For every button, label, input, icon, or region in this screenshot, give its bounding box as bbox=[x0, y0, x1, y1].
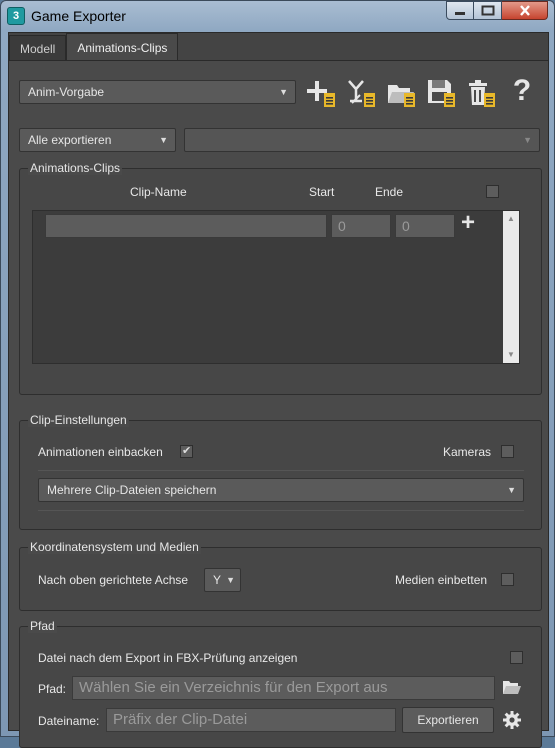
start-header: Start bbox=[309, 185, 335, 199]
chevron-down-icon: ▼ bbox=[279, 87, 288, 97]
export-path-field[interactable]: Wählen Sie ein Verzeichnis für den Expor… bbox=[72, 676, 495, 700]
clip-save-mode-dropdown[interactable]: Mehrere Clip-Dateien speichern ▼ bbox=[38, 478, 524, 502]
minimize-icon bbox=[455, 11, 465, 15]
title-bar[interactable]: 3 Game Exporter bbox=[1, 1, 554, 31]
edit-preset-icon[interactable] bbox=[346, 77, 378, 109]
animations-clips-group: Animations-Clips Clip-Name Start Ende 0 … bbox=[19, 161, 542, 395]
clip-settings-group: Clip-Einstellungen Animationen einbacken… bbox=[19, 413, 542, 530]
path-label: Pfad: bbox=[38, 682, 67, 696]
maximize-button[interactable] bbox=[474, 1, 502, 20]
chevron-down-icon: ▼ bbox=[523, 135, 532, 145]
tab-bar: Modell Animations-Clips bbox=[9, 33, 179, 61]
browse-folder-icon[interactable] bbox=[502, 678, 522, 696]
add-preset-icon[interactable] bbox=[306, 77, 338, 109]
embed-media-label: Medien einbetten bbox=[395, 573, 488, 587]
tab-modell[interactable]: Modell bbox=[9, 35, 67, 61]
up-axis-dropdown[interactable]: Y ▼ bbox=[204, 568, 241, 592]
chevron-down-icon: ▼ bbox=[507, 485, 516, 495]
clip-end-field[interactable]: 0 bbox=[395, 214, 455, 238]
path-legend: Pfad bbox=[28, 619, 57, 633]
help-icon[interactable]: ? bbox=[506, 75, 538, 107]
cameras-checkbox[interactable] bbox=[501, 445, 514, 458]
delete-preset-icon[interactable] bbox=[466, 77, 498, 109]
clip-name-header: Clip-Name bbox=[130, 185, 187, 199]
scroll-up-icon[interactable]: ▲ bbox=[503, 211, 519, 227]
secondary-dropdown[interactable]: ▼ bbox=[184, 128, 540, 152]
animations-clips-panel: Anim-Vorgabe ▼ ? Alle exportieren ▼ ▼ An… bbox=[9, 61, 548, 748]
close-button[interactable] bbox=[502, 1, 548, 20]
divider bbox=[38, 510, 524, 511]
clip-save-mode-value: Mehrere Clip-Dateien speichern bbox=[47, 483, 217, 497]
close-icon bbox=[519, 5, 530, 16]
clip-start-field[interactable]: 0 bbox=[331, 214, 391, 238]
embed-media-checkbox[interactable] bbox=[501, 573, 514, 586]
clip-name-field[interactable] bbox=[45, 214, 327, 238]
window-title: Game Exporter bbox=[31, 8, 126, 24]
game-exporter-window: 3 Game Exporter Modell Animations-Clips … bbox=[0, 0, 555, 748]
up-axis-label: Nach oben gerichtete Achse bbox=[38, 573, 189, 587]
clip-list: 0 0 + ▲ ▼ bbox=[32, 209, 520, 364]
up-axis-value: Y bbox=[213, 573, 222, 587]
dialog-client-area: Modell Animations-Clips Anim-Vorgabe ▼ ?… bbox=[8, 32, 549, 748]
cameras-label: Kameras bbox=[443, 445, 492, 459]
coordinate-system-legend: Koordinatensystem und Medien bbox=[28, 540, 201, 554]
save-preset-icon[interactable] bbox=[426, 77, 458, 109]
export-button[interactable]: Exportieren bbox=[402, 707, 494, 733]
open-folder-preset-icon[interactable] bbox=[386, 77, 418, 109]
path-group: Pfad Datei nach dem Export in FBX-Prüfun… bbox=[19, 619, 542, 748]
minimize-button[interactable] bbox=[446, 1, 474, 20]
bake-animations-checkbox[interactable] bbox=[180, 444, 193, 458]
bake-animations-label: Animationen einbacken bbox=[38, 445, 163, 459]
scroll-down-icon[interactable]: ▼ bbox=[503, 347, 519, 363]
end-header: Ende bbox=[375, 185, 404, 199]
fbx-review-label: Datei nach dem Export in FBX-Prüfung anz… bbox=[38, 651, 298, 665]
3ds-max-app-icon: 3 bbox=[7, 7, 25, 25]
export-mode-value: Alle exportieren bbox=[28, 133, 112, 147]
add-clip-button[interactable]: + bbox=[461, 209, 475, 237]
maximize-icon bbox=[481, 5, 494, 16]
filename-prefix-field[interactable]: Präfix der Clip-Datei bbox=[106, 708, 396, 732]
animations-clips-legend: Animations-Clips bbox=[28, 161, 123, 175]
select-all-clips-checkbox[interactable] bbox=[486, 185, 499, 198]
settings-gear-icon[interactable] bbox=[502, 710, 522, 730]
coordinate-system-group: Koordinatensystem und Medien Nach oben g… bbox=[19, 540, 542, 611]
clip-settings-legend: Clip-Einstellungen bbox=[28, 413, 129, 427]
chevron-down-icon: ▼ bbox=[226, 575, 235, 585]
preset-dropdown[interactable]: Anim-Vorgabe ▼ bbox=[19, 80, 296, 104]
preset-value: Anim-Vorgabe bbox=[28, 85, 105, 99]
export-mode-dropdown[interactable]: Alle exportieren ▼ bbox=[19, 128, 176, 152]
divider bbox=[38, 470, 524, 471]
filename-label: Dateiname: bbox=[38, 714, 100, 728]
fbx-review-checkbox[interactable] bbox=[510, 651, 523, 664]
chevron-down-icon: ▼ bbox=[159, 135, 168, 145]
clip-list-scrollbar[interactable]: ▲ ▼ bbox=[503, 211, 519, 363]
tab-animations-clips[interactable]: Animations-Clips bbox=[66, 33, 179, 61]
